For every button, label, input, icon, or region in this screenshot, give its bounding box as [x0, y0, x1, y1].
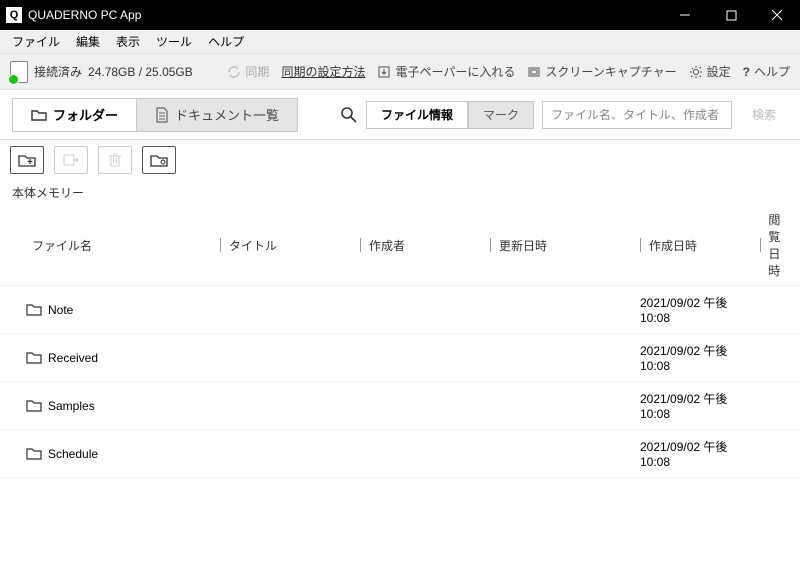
tab-folder-label: フォルダー	[53, 105, 118, 124]
list-item[interactable]: Note 2021/09/02 午後 10:08	[0, 286, 800, 334]
col-viewed[interactable]: 閲覧日時	[760, 211, 788, 279]
search-icon	[340, 106, 358, 124]
send-to-epaper-label: 電子ペーパーに入れる	[395, 63, 515, 80]
list-item[interactable]: Samples 2021/09/02 午後 10:08	[0, 382, 800, 430]
connection-status: 接続済み	[34, 63, 82, 80]
import-icon	[377, 65, 391, 79]
device-icon	[10, 61, 28, 83]
main-toolbar: フォルダー ドキュメント一覧 ファイル情報 マーク ファイル名、タイトル、作成者…	[0, 90, 800, 140]
folder-icon	[26, 303, 42, 316]
file-list: Note 2021/09/02 午後 10:08 Received 2021/0…	[0, 286, 800, 562]
send-to-epaper-button[interactable]: 電子ペーパーに入れる	[377, 63, 515, 80]
menu-tools[interactable]: ツール	[148, 31, 200, 52]
menu-view[interactable]: 表示	[108, 31, 148, 52]
tab-document-list[interactable]: ドキュメント一覧	[136, 98, 298, 132]
window-title: QUADERNO PC App	[28, 8, 141, 22]
folder-icon	[26, 399, 42, 412]
menu-help[interactable]: ヘルプ	[200, 31, 252, 52]
app-icon: Q	[6, 7, 22, 23]
col-title[interactable]: タイトル	[220, 211, 360, 279]
sync-icon	[227, 65, 241, 79]
file-created: 2021/09/02 午後 10:08	[640, 294, 760, 325]
folder-icon	[31, 108, 47, 122]
screen-capture-label: スクリーンキャプチャー	[545, 63, 676, 80]
list-item[interactable]: Schedule 2021/09/02 午後 10:08	[0, 430, 800, 478]
file-name: Received	[48, 351, 98, 365]
seg-file-info[interactable]: ファイル情報	[366, 101, 468, 129]
capture-icon	[527, 65, 541, 79]
file-name: Note	[48, 303, 73, 317]
tab-document-list-label: ドキュメント一覧	[175, 105, 279, 124]
menu-file[interactable]: ファイル	[4, 31, 68, 52]
folder-settings-button[interactable]	[142, 146, 176, 174]
storage-status: 24.78GB / 25.05GB	[88, 65, 193, 79]
minimize-button[interactable]	[662, 0, 708, 30]
breadcrumb: 本体メモリー	[0, 180, 800, 205]
delete-button[interactable]	[98, 146, 132, 174]
new-folder-button[interactable]	[10, 146, 44, 174]
col-updated[interactable]: 更新日時	[490, 211, 640, 279]
sync-button[interactable]: 同期	[227, 63, 269, 80]
maximize-button[interactable]	[708, 0, 754, 30]
close-button[interactable]	[754, 0, 800, 30]
help-label: ヘルプ	[754, 63, 790, 80]
search-button[interactable]: 検索	[740, 101, 788, 129]
folder-icon	[26, 447, 42, 460]
col-filename[interactable]: ファイル名	[12, 211, 220, 279]
file-created: 2021/09/02 午後 10:08	[640, 390, 760, 421]
file-name: Samples	[48, 399, 95, 413]
gear-icon	[689, 65, 703, 79]
folder-icon	[26, 351, 42, 364]
window-titlebar: Q QUADERNO PC App	[0, 0, 800, 30]
seg-mark[interactable]: マーク	[468, 101, 534, 129]
file-name: Schedule	[48, 447, 98, 461]
sync-settings-link[interactable]: 同期の設定方法	[281, 63, 365, 80]
file-created: 2021/09/02 午後 10:08	[640, 438, 760, 469]
sync-label: 同期	[245, 63, 269, 80]
column-header-row: ファイル名 タイトル 作成者 更新日時 作成日時 閲覧日時	[0, 205, 800, 286]
col-author[interactable]: 作成者	[360, 211, 490, 279]
action-toolbar	[0, 140, 800, 180]
tab-folder[interactable]: フォルダー	[12, 98, 136, 132]
menubar: ファイル 編集 表示 ツール ヘルプ	[0, 30, 800, 54]
menu-edit[interactable]: 編集	[68, 31, 108, 52]
col-created[interactable]: 作成日時	[640, 211, 760, 279]
search-input[interactable]: ファイル名、タイトル、作成者	[542, 101, 732, 129]
list-item[interactable]: Received 2021/09/02 午後 10:08	[0, 334, 800, 382]
export-button[interactable]	[54, 146, 88, 174]
settings-button[interactable]: 設定	[689, 63, 731, 80]
settings-label: 設定	[707, 63, 731, 80]
file-created: 2021/09/02 午後 10:08	[640, 342, 760, 373]
screen-capture-button[interactable]: スクリーンキャプチャー	[527, 63, 676, 80]
status-bar: 接続済み 24.78GB / 25.05GB 同期 同期の設定方法 電子ペーパー…	[0, 54, 800, 90]
help-button[interactable]: ? ヘルプ	[743, 63, 790, 80]
document-icon	[155, 107, 169, 123]
help-icon: ?	[743, 65, 750, 79]
